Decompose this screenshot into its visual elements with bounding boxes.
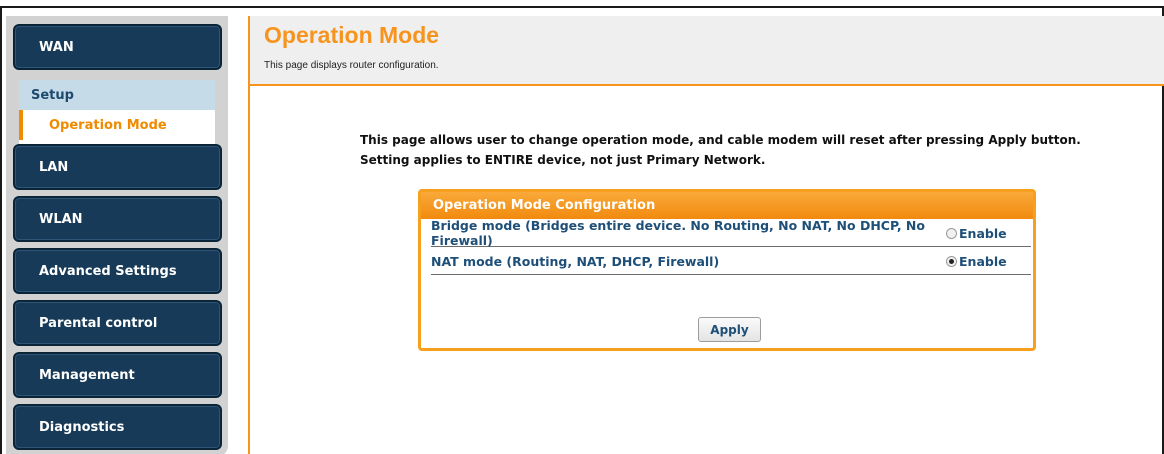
bridge-mode-label: Bridge mode (Bridges entire device. No R… (431, 218, 925, 248)
sidebar-item-wlan[interactable]: WLAN (13, 196, 222, 242)
radio-checked-icon[interactable] (946, 255, 957, 267)
sidebar-item-diagnostics[interactable]: Diagnostics (13, 404, 222, 450)
sidebar-item-label: WLAN (39, 211, 83, 227)
sidebar-item-label: Diagnostics (39, 419, 125, 435)
sidebar-item-wan[interactable]: WAN (13, 24, 222, 70)
submenu-item-operation-mode[interactable]: Operation Mode (19, 110, 215, 140)
description-line: This page allows user to change operatio… (360, 133, 1081, 147)
sidebar-item-lan[interactable]: LAN (13, 144, 222, 190)
sidebar-item-label: Advanced Settings (39, 263, 177, 279)
submenu-item-label: Operation Mode (49, 117, 167, 133)
nat-mode-enable-radio[interactable]: Enable (946, 254, 1007, 269)
sidebar-item-advanced-settings[interactable]: Advanced Settings (13, 248, 222, 294)
page-subtitle: This page displays router configuration. (264, 60, 439, 71)
apply-button[interactable]: Apply (698, 317, 761, 342)
bridge-mode-row: Bridge mode (Bridges entire device. No R… (431, 218, 1031, 248)
sidebar-item-label: LAN (39, 159, 69, 175)
sidebar: WAN Setup Operation Mode LAN WLAN Advanc… (6, 16, 228, 454)
sidebar-item-parental-control[interactable]: Parental control (13, 300, 222, 346)
panel-title: Operation Mode Configuration (421, 192, 1033, 219)
radio-label: Enable (959, 253, 1007, 269)
bridge-mode-enable-radio[interactable]: Enable (946, 226, 1007, 241)
submenu-item-setup[interactable]: Setup (19, 80, 215, 110)
page-title: Operation Mode (264, 22, 440, 48)
nat-mode-row: NAT mode (Routing, NAT, DHCP, Firewall) … (431, 248, 1031, 275)
wan-submenu: Setup Operation Mode (19, 80, 215, 144)
page-description: This page allows user to change operatio… (360, 130, 1150, 170)
submenu-item-label: Setup (31, 87, 74, 103)
main-content: Operation Mode This page displays router… (248, 16, 1164, 454)
radio-unchecked-icon[interactable] (946, 227, 957, 239)
sidebar-item-label: Parental control (39, 315, 158, 331)
nat-mode-label: NAT mode (Routing, NAT, DHCP, Firewall) (431, 253, 720, 269)
page-header: Operation Mode This page displays router… (250, 16, 1164, 86)
operation-mode-panel: Operation Mode Configuration Bridge mode… (418, 189, 1036, 351)
sidebar-item-label: Management (39, 367, 135, 383)
description-line: Setting applies to ENTIRE device, not ju… (360, 153, 766, 167)
radio-label: Enable (959, 225, 1007, 241)
app-frame: WAN Setup Operation Mode LAN WLAN Advanc… (0, 6, 1164, 454)
sidebar-item-management[interactable]: Management (13, 352, 222, 398)
sidebar-item-label: WAN (39, 39, 74, 55)
